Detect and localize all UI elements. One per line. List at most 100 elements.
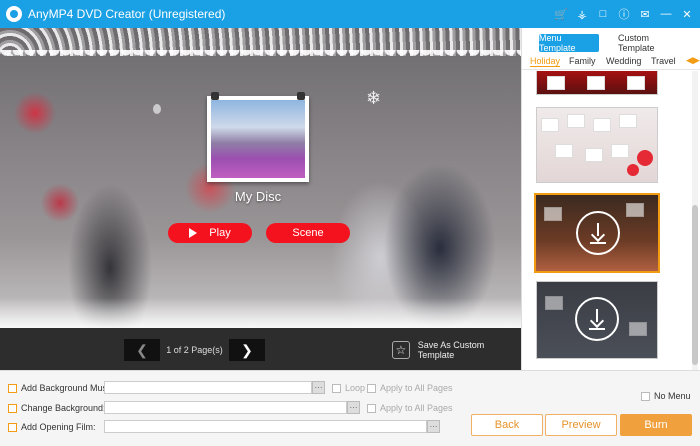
- no-menu-option[interactable]: No Menu: [641, 391, 691, 401]
- change-bg-checkbox[interactable]: [8, 403, 17, 413]
- bottom-fade-decoration: [0, 298, 521, 328]
- bg-music-option[interactable]: Add Background Music:: [8, 381, 116, 395]
- photo-card-icon: [626, 203, 644, 217]
- title-bar-controls: 🛒 ⚶ □ ⓘ ✉ — ✕: [549, 0, 696, 28]
- disc-photo: [211, 100, 305, 178]
- category-travel[interactable]: Travel: [651, 56, 676, 66]
- loop-label: Loop: [345, 383, 366, 393]
- lace-edge-decoration: [0, 50, 521, 60]
- bg-music-checkbox[interactable]: [8, 383, 17, 393]
- play-icon: [189, 228, 198, 238]
- photo-card-icon: [555, 144, 573, 158]
- pin-icon: [297, 92, 305, 100]
- template-thumbnail-selected[interactable]: [534, 193, 660, 273]
- opening-film-option[interactable]: Add Opening Film:: [8, 420, 96, 434]
- category-holiday[interactable]: Holiday: [530, 56, 561, 67]
- download-icon[interactable]: [576, 211, 620, 255]
- photo-card-icon: [545, 296, 563, 310]
- template-scrollbar[interactable]: [692, 71, 698, 370]
- photo-card-icon: [619, 114, 637, 128]
- photo-card-icon: [629, 322, 647, 336]
- star-icon: ☆: [392, 341, 410, 359]
- photo-card-icon: [593, 118, 611, 132]
- burn-button[interactable]: Burn: [620, 414, 692, 436]
- change-bg-label: Change Background:: [21, 403, 106, 413]
- cart-icon[interactable]: 🛒: [552, 5, 570, 23]
- template-thumbnail-list: [522, 71, 692, 370]
- loop-option[interactable]: Loop: [332, 383, 365, 393]
- disc-photo-frame[interactable]: [207, 92, 309, 182]
- pin-icon: [211, 92, 219, 100]
- bg-browse-button[interactable]: ···: [347, 401, 360, 414]
- next-page-button[interactable]: ❯: [229, 339, 265, 361]
- photo-card-icon: [627, 76, 645, 90]
- scrollbar-thumb[interactable]: [692, 205, 698, 365]
- loop-checkbox[interactable]: [332, 383, 341, 393]
- menu-preview: ❄ My Disc Play Scene ❮ 1 of 2 Page(s) ❯ …: [0, 28, 521, 370]
- music-apply-all-option[interactable]: Apply to All Pages: [367, 383, 453, 393]
- photo-card-icon: [541, 118, 559, 132]
- no-menu-checkbox[interactable]: [641, 391, 650, 401]
- scene-label: Scene: [292, 227, 324, 239]
- bg-apply-all-option[interactable]: Apply to All Pages: [367, 403, 453, 413]
- opening-film-label: Add Opening Film:: [21, 422, 96, 432]
- heart-icon: [637, 150, 653, 166]
- pager-bar: ❮ 1 of 2 Page(s) ❯ ☆ Save As Custom Temp…: [0, 328, 521, 370]
- download-icon[interactable]: [575, 297, 619, 341]
- register-icon[interactable]: □: [594, 5, 612, 23]
- title-bar: AnyMP4 DVD Creator (Unregistered) 🛒 ⚶ □ …: [0, 0, 700, 28]
- category-bar: Holiday Family Wedding Travel ◀▶: [522, 54, 700, 70]
- photo-card-icon: [585, 148, 603, 162]
- save-custom-template-button[interactable]: ☆ Save As Custom Template: [392, 340, 521, 360]
- preview-button[interactable]: Preview: [545, 414, 617, 436]
- change-bg-option[interactable]: Change Background:: [8, 401, 106, 415]
- bg-apply-all-checkbox[interactable]: [367, 403, 376, 413]
- bg-path-field[interactable]: [104, 401, 347, 414]
- options-area: Add Background Music: ··· Loop Apply to …: [0, 370, 700, 446]
- scene-button[interactable]: Scene: [266, 223, 350, 243]
- music-apply-all-checkbox[interactable]: [367, 383, 376, 393]
- template-thumbnail[interactable]: [536, 281, 658, 359]
- ornament-icon: [153, 104, 161, 114]
- feedback-icon[interactable]: ✉: [636, 5, 654, 23]
- photo-card-icon: [587, 76, 605, 90]
- prev-page-button[interactable]: ❮: [124, 339, 160, 361]
- opening-film-checkbox[interactable]: [8, 422, 17, 432]
- photo-card-icon: [547, 76, 565, 90]
- help-icon[interactable]: ⓘ: [615, 5, 633, 23]
- bg-music-browse-button[interactable]: ···: [312, 381, 325, 394]
- photo-card-icon: [567, 114, 585, 128]
- apply-all-label: Apply to All Pages: [380, 383, 453, 393]
- tab-menu-template[interactable]: Menu Template: [539, 33, 599, 53]
- template-thumbnail[interactable]: [536, 107, 658, 183]
- window-title: AnyMP4 DVD Creator (Unregistered): [28, 7, 226, 21]
- back-button[interactable]: Back: [471, 414, 543, 436]
- photo-card-icon: [611, 144, 629, 158]
- no-menu-label: No Menu: [654, 391, 691, 401]
- key-icon[interactable]: ⚶: [573, 5, 591, 23]
- bg-music-path-field[interactable]: [104, 381, 312, 394]
- opening-film-browse-button[interactable]: ···: [427, 420, 440, 433]
- app-logo-icon: [6, 6, 22, 22]
- save-template-label: Save As Custom Template: [417, 340, 485, 360]
- template-thumbnail[interactable]: [536, 71, 658, 95]
- play-button[interactable]: Play: [168, 223, 252, 243]
- chevron-left-icon: ❮: [136, 341, 148, 358]
- template-panel: Menu Template Custom Template Holiday Fa…: [521, 28, 700, 370]
- minimize-icon[interactable]: —: [657, 5, 675, 23]
- photo-card-icon: [544, 207, 562, 221]
- chevron-right-icon: ❯: [241, 341, 253, 358]
- tab-custom-template[interactable]: Custom Template: [618, 33, 686, 53]
- category-wedding[interactable]: Wedding: [606, 56, 641, 66]
- page-info: 1 of 2 Page(s): [166, 345, 223, 355]
- bg-music-label: Add Background Music:: [21, 383, 117, 393]
- disc-title[interactable]: My Disc: [200, 189, 316, 204]
- play-label: Play: [209, 227, 231, 239]
- apply-all-label: Apply to All Pages: [380, 403, 453, 413]
- category-family[interactable]: Family: [569, 56, 596, 66]
- opening-film-path-field[interactable]: [104, 420, 427, 433]
- reindeer-icon: ❄: [366, 88, 382, 108]
- close-icon[interactable]: ✕: [678, 5, 696, 23]
- category-scroll-arrows-icon[interactable]: ◀▶: [686, 55, 700, 66]
- template-tabs: Menu Template Custom Template: [522, 33, 700, 53]
